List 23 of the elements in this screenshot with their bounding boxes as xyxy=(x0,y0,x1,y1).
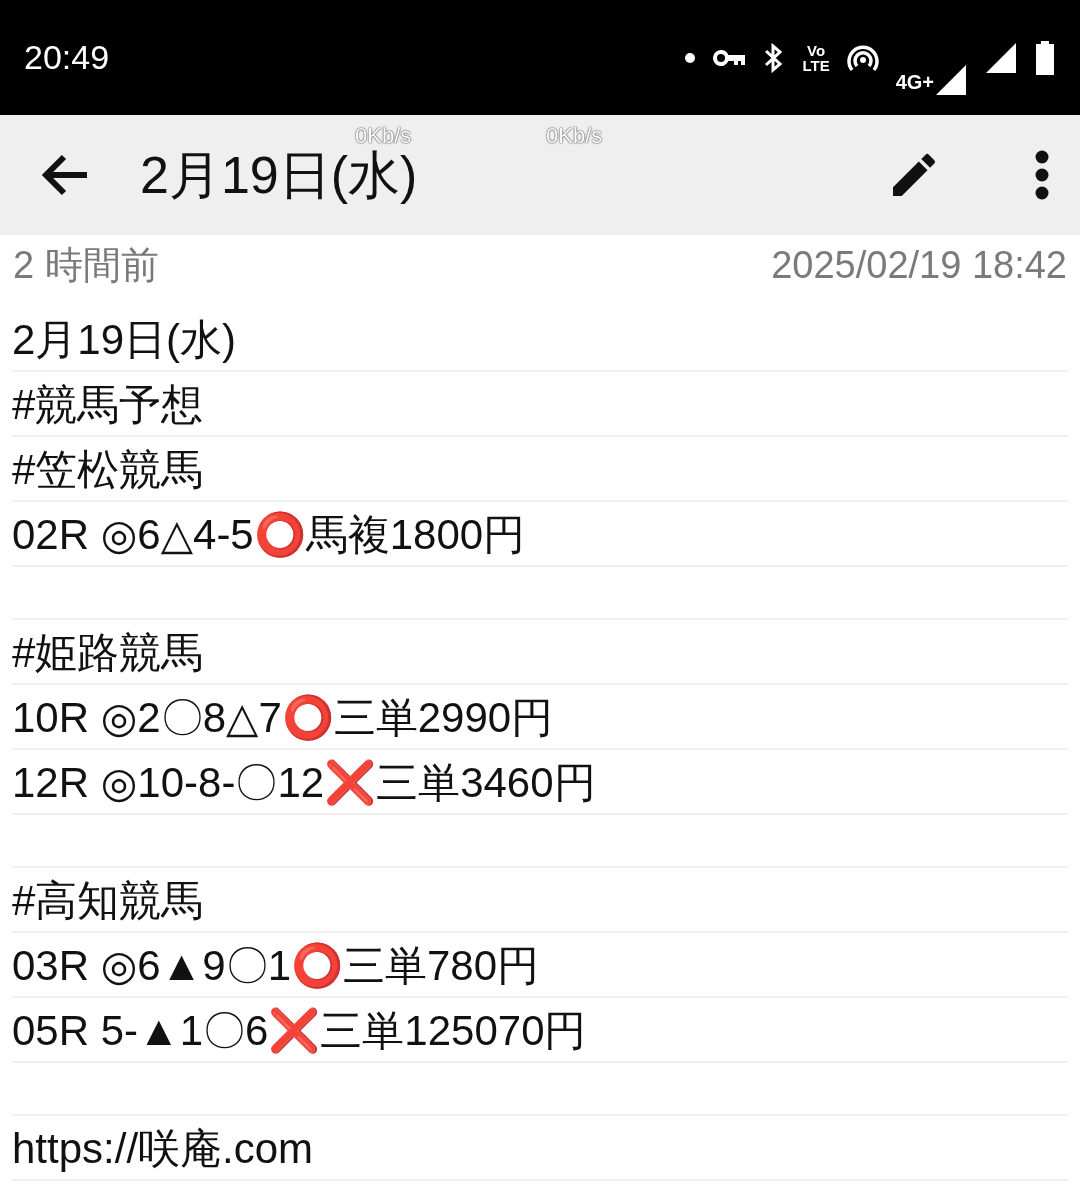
key-icon xyxy=(712,47,747,68)
back-arrow-icon[interactable] xyxy=(40,153,90,197)
note-line: 12R ◎10-8-〇12❌三単3460円 xyxy=(12,759,596,806)
volte-icon: Vo LTE xyxy=(802,42,830,73)
note-line: #高知競馬 xyxy=(12,877,204,924)
note-line: 05R 5-▲1〇6❌三単125070円 xyxy=(12,1007,587,1054)
note-line: 03R ◎6▲9〇1⭕三単780円 xyxy=(12,942,540,989)
battery-icon xyxy=(1034,40,1056,75)
speed-overlay: 0Kb/s xyxy=(355,125,412,147)
note-line: https://咲庵.com xyxy=(12,1125,314,1172)
note-line: #競馬予想 xyxy=(12,381,204,428)
notification-dot-icon xyxy=(684,51,697,64)
note-line: 02R ◎6△4-5⭕馬複1800円 xyxy=(12,511,526,558)
note-line: #笠松競馬 xyxy=(12,446,204,493)
relative-time: 2 時間前 xyxy=(13,243,159,288)
more-menu-icon[interactable] xyxy=(1034,150,1050,200)
speed-overlay: 0Kb/s xyxy=(546,125,603,147)
clock: 20:49 xyxy=(24,37,110,78)
note-line: #姫路競馬 xyxy=(12,629,204,676)
note-line: 10R ◎2〇8△7⭕三単2990円 xyxy=(12,694,554,741)
note-line: 2月19日(水) xyxy=(12,316,237,363)
timestamp: 2025/02/19 18:42 xyxy=(771,243,1067,288)
network-type: 4G+ xyxy=(895,69,934,95)
